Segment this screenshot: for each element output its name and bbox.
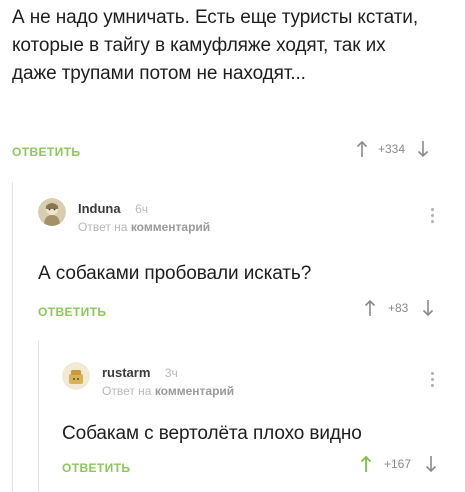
reply-to-prefix: Ответ на [78, 220, 128, 234]
reply-to-link[interactable]: комментарий [131, 220, 210, 234]
rating-value: +167 [384, 457, 412, 471]
thread-line [12, 182, 13, 492]
reply-to-link[interactable]: комментарий [155, 384, 234, 398]
reply-to-line: Ответ на комментарий [102, 384, 234, 398]
reply-to-line: Ответ на комментарий [78, 220, 210, 234]
vote-controls: +83 [364, 299, 434, 317]
comment-text: А собаками пробовали искать? [38, 263, 312, 284]
reply-to-prefix: Ответ на [102, 384, 152, 398]
arrow-down-icon[interactable] [425, 455, 437, 473]
arrow-down-icon[interactable] [422, 299, 434, 317]
vote-controls: +167 [360, 455, 437, 473]
comment-text: Собакам с вертолёта плохо видно [62, 423, 362, 444]
author-name[interactable]: rustarm [102, 365, 150, 380]
rating-value: +83 [388, 301, 409, 315]
comment-time: 6ч [135, 202, 148, 216]
avatar[interactable] [62, 362, 90, 390]
more-vertical-icon[interactable] [429, 208, 435, 223]
arrow-down-icon[interactable] [417, 140, 429, 158]
author-name[interactable]: Induna [78, 201, 121, 216]
comment-time: 3ч [164, 366, 178, 380]
comment-text: А не надо умничать. Есть еще туристы кст… [12, 7, 418, 84]
rating-value: +334 [378, 142, 406, 156]
arrow-up-icon[interactable] [360, 455, 372, 473]
avatar[interactable] [38, 198, 66, 226]
arrow-up-icon[interactable] [364, 299, 376, 317]
reply-button[interactable]: ОТВЕТИТЬ [12, 145, 80, 159]
vote-controls: +334 [356, 140, 429, 158]
arrow-up-icon[interactable] [356, 140, 368, 158]
reply-button[interactable]: ОТВЕТИТЬ [62, 461, 130, 475]
more-vertical-icon[interactable] [429, 372, 435, 387]
thread-line [38, 340, 39, 492]
reply-button[interactable]: ОТВЕТИТЬ [38, 305, 106, 319]
